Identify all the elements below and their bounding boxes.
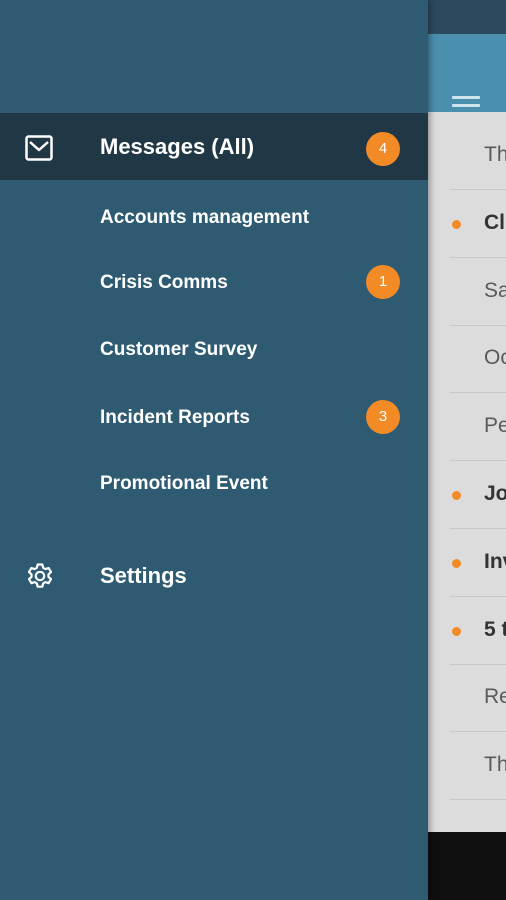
message-row[interactable]: Th (450, 123, 506, 190)
message-subject: Th (484, 753, 506, 776)
message-subject: Pe (484, 414, 506, 437)
unread-count-badge: 4 (366, 132, 400, 166)
message-row[interactable]: Sa (450, 259, 506, 326)
message-row[interactable]: 5 t (450, 598, 506, 665)
message-row[interactable]: Cl (450, 191, 506, 258)
message-subject: Oc (484, 346, 506, 369)
gear-icon (25, 561, 55, 596)
nav-item-messages-all[interactable]: Messages (All) 4 (0, 113, 428, 180)
message-row[interactable]: Inv (450, 530, 506, 597)
message-subject: Inv (484, 550, 506, 573)
unread-dot (452, 491, 461, 500)
envelope-icon (25, 135, 53, 166)
folder-label: Incident Reports (100, 407, 250, 428)
message-row[interactable]: Re (450, 665, 506, 732)
message-row[interactable]: Th (450, 733, 506, 800)
navigation-bar (428, 832, 506, 900)
message-subject: Cl (484, 211, 505, 234)
folder-item-accounts-management[interactable]: Accounts management (0, 183, 428, 249)
nav-item-label: Settings (100, 563, 187, 588)
drawer-header (0, 0, 428, 113)
message-row[interactable]: Jo (450, 462, 506, 529)
folder-label: Promotional Event (100, 473, 268, 494)
folder-item-customer-survey[interactable]: Customer Survey (0, 315, 428, 381)
folder-item-incident-reports[interactable]: Incident Reports 3 (0, 383, 428, 449)
unread-count-badge: 3 (366, 400, 400, 434)
message-subject: Sa (484, 279, 506, 302)
unread-count-badge: 1 (366, 265, 400, 299)
folder-label: Customer Survey (100, 339, 258, 360)
message-subject: Th (484, 143, 506, 166)
message-subject: Re (484, 685, 506, 708)
folder-label: Accounts management (100, 207, 310, 228)
message-subject: Jo (484, 482, 506, 505)
message-row[interactable]: Oc (450, 326, 506, 393)
nav-item-settings[interactable]: Settings (0, 543, 428, 609)
unread-dot (452, 627, 461, 636)
folder-item-crisis-comms[interactable]: Crisis Comms 1 (0, 248, 428, 314)
folder-label: Crisis Comms (100, 272, 228, 293)
message-row[interactable]: Pe (450, 394, 506, 461)
message-subject: 5 t (484, 618, 506, 641)
unread-dot (452, 559, 461, 568)
folder-item-promotional-event[interactable]: Promotional Event (0, 449, 428, 515)
nav-item-label: Messages (All) (100, 134, 255, 159)
unread-dot (452, 220, 461, 229)
navigation-drawer: Messages (All) 4 Accounts management Cri… (0, 0, 428, 900)
